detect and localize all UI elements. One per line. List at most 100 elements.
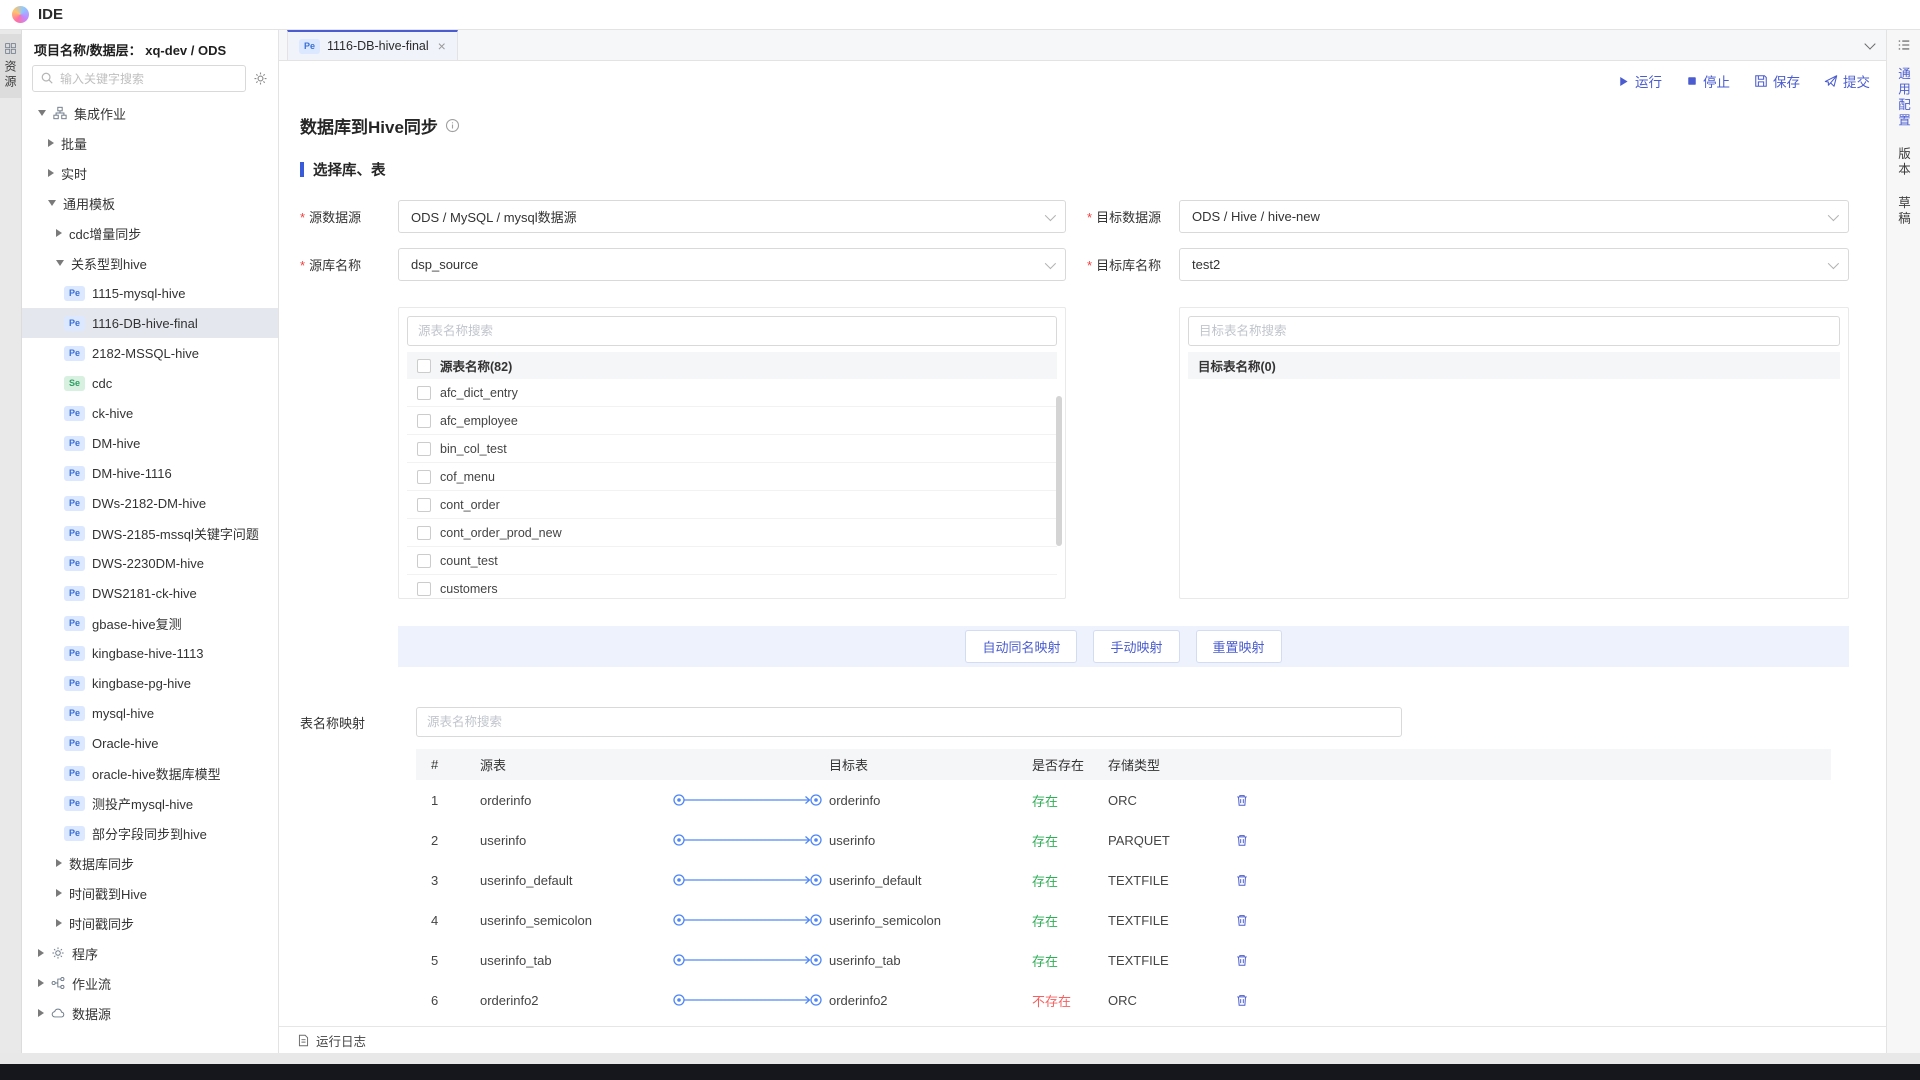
source-table-name: orderinfo bbox=[480, 793, 660, 808]
reset-map-button[interactable]: 重置映射 bbox=[1196, 630, 1282, 663]
tree-item-1116-db-hive-final[interactable]: Pe1116-DB-hive-final bbox=[22, 308, 278, 338]
row-checkbox[interactable] bbox=[417, 582, 431, 596]
tree-item-gbase-hive[interactable]: Pegbase-hive复测 bbox=[22, 608, 278, 638]
right-tab-version[interactable]: 版本 bbox=[1894, 138, 1913, 187]
delete-row-icon[interactable] bbox=[1235, 993, 1295, 1007]
tree-item-1115-mysql-hive[interactable]: Pe1115-mysql-hive bbox=[22, 278, 278, 308]
tree-item-item[interactable]: 数据源 bbox=[22, 998, 278, 1028]
tree-item-ck-hive[interactable]: Peck-hive bbox=[22, 398, 278, 428]
tree-item-dws-2230dm-hive[interactable]: PeDWS-2230DM-hive bbox=[22, 548, 278, 578]
row-checkbox[interactable] bbox=[417, 414, 431, 428]
manual-map-button[interactable]: 手动映射 bbox=[1093, 630, 1179, 663]
stop-button[interactable]: 停止 bbox=[1686, 71, 1730, 91]
tree-item-dws-2182-dm-hive[interactable]: PeDWs-2182-DM-hive bbox=[22, 488, 278, 518]
tree-item-cdc[interactable]: Secdc bbox=[22, 368, 278, 398]
caret-expanded-icon[interactable] bbox=[56, 260, 64, 266]
caret-collapsed-icon[interactable] bbox=[38, 949, 44, 957]
tab-list-chevron-down-icon[interactable] bbox=[1864, 38, 1875, 49]
mapping-search-input[interactable] bbox=[416, 707, 1402, 737]
source-table-row-cof-menu[interactable]: cof_menu bbox=[407, 463, 1057, 491]
target-database-select[interactable]: test2 bbox=[1179, 248, 1849, 281]
job-type-badge: Se bbox=[64, 376, 85, 391]
tree-item-oracle-hive[interactable]: PeOracle-hive bbox=[22, 728, 278, 758]
tree-item-cdc[interactable]: cdc增量同步 bbox=[22, 218, 278, 248]
source-table-row-afc-employee[interactable]: afc_employee bbox=[407, 407, 1057, 435]
close-tab-icon[interactable]: × bbox=[438, 38, 446, 54]
tree-item-item[interactable]: 程序 bbox=[22, 938, 278, 968]
row-checkbox[interactable] bbox=[417, 442, 431, 456]
tree-item-dm-hive[interactable]: PeDM-hive bbox=[22, 428, 278, 458]
tree-item-item[interactable]: 数据库同步 bbox=[22, 848, 278, 878]
document-tab-bar: Pe 1116-DB-hive-final × bbox=[279, 30, 1886, 61]
right-tab-general-config[interactable]: 通用配置 bbox=[1894, 58, 1913, 138]
source-table-row-cont-order-prod-new[interactable]: cont_order_prod_new bbox=[407, 519, 1057, 547]
tree-item-item[interactable]: 通用模板 bbox=[22, 188, 278, 218]
submit-button[interactable]: 提交 bbox=[1824, 71, 1870, 91]
tree-item-oracle-hive[interactable]: Peoracle-hive数据库模型 bbox=[22, 758, 278, 788]
caret-collapsed-icon[interactable] bbox=[48, 169, 54, 177]
source-table-row-customers[interactable]: customers bbox=[407, 575, 1057, 599]
project-header: 项目名称/数据层： xq-dev / ODS bbox=[22, 30, 278, 65]
tree-item-kingbase-pg-hive[interactable]: Pekingbase-pg-hive bbox=[22, 668, 278, 698]
tree-item-dm-hive-1116[interactable]: PeDM-hive-1116 bbox=[22, 458, 278, 488]
caret-collapsed-icon[interactable] bbox=[38, 1009, 44, 1017]
tree-item-2182-mssql-hive[interactable]: Pe2182-MSSQL-hive bbox=[22, 338, 278, 368]
run-log-bar[interactable]: 运行日志 bbox=[279, 1026, 1886, 1053]
caret-collapsed-icon[interactable] bbox=[56, 229, 62, 237]
save-button[interactable]: 保存 bbox=[1754, 71, 1800, 91]
row-checkbox[interactable] bbox=[417, 526, 431, 540]
tree-item-dws-2185-mssql[interactable]: PeDWS-2185-mssql关键字问题 bbox=[22, 518, 278, 548]
caret-collapsed-icon[interactable] bbox=[56, 889, 62, 897]
tree-item-mysql-hive[interactable]: Pemysql-hive bbox=[22, 698, 278, 728]
tree-item-mysql-hive[interactable]: Pe测投产mysql-hive bbox=[22, 788, 278, 818]
auto-map-button[interactable]: 自动同名映射 bbox=[965, 630, 1077, 663]
tree-item-kingbase-hive-1113[interactable]: Pekingbase-hive-1113 bbox=[22, 638, 278, 668]
source-table-row-cont-order[interactable]: cont_order bbox=[407, 491, 1057, 519]
caret-collapsed-icon[interactable] bbox=[48, 139, 54, 147]
row-checkbox[interactable] bbox=[417, 554, 431, 568]
tree-item-hive[interactable]: 关系型到hive bbox=[22, 248, 278, 278]
delete-row-icon[interactable] bbox=[1235, 793, 1295, 807]
tab-1116-db-hive-final[interactable]: Pe 1116-DB-hive-final × bbox=[287, 30, 458, 60]
target-table-search-input[interactable] bbox=[1188, 316, 1840, 346]
caret-collapsed-icon[interactable] bbox=[56, 859, 62, 867]
scrollbar-thumb[interactable] bbox=[1056, 396, 1062, 546]
tree-item-label: 集成作业 bbox=[74, 104, 126, 123]
caret-collapsed-icon[interactable] bbox=[56, 919, 62, 927]
keyword-search-input[interactable] bbox=[32, 65, 246, 92]
config-list-icon[interactable] bbox=[1897, 38, 1911, 52]
info-icon[interactable] bbox=[445, 118, 460, 133]
search-settings-gear-icon[interactable] bbox=[253, 71, 268, 86]
target-datasource-select[interactable]: ODS / Hive / hive-new bbox=[1179, 200, 1849, 233]
source-table-name: orderinfo2 bbox=[480, 993, 660, 1008]
row-checkbox[interactable] bbox=[417, 470, 431, 484]
right-tab-draft[interactable]: 草稿 bbox=[1894, 187, 1913, 236]
row-checkbox[interactable] bbox=[417, 498, 431, 512]
source-datasource-select[interactable]: ODS / MySQL / mysql数据源 bbox=[398, 200, 1066, 233]
row-checkbox[interactable] bbox=[417, 386, 431, 400]
mapping-link-icon bbox=[660, 832, 829, 848]
run-button[interactable]: 运行 bbox=[1617, 71, 1662, 91]
caret-expanded-icon[interactable] bbox=[48, 200, 56, 206]
source-table-search-input[interactable] bbox=[407, 316, 1057, 346]
source-table-row-bin-col-test[interactable]: bin_col_test bbox=[407, 435, 1057, 463]
delete-row-icon[interactable] bbox=[1235, 953, 1295, 967]
source-database-select[interactable]: dsp_source bbox=[398, 248, 1066, 281]
caret-expanded-icon[interactable] bbox=[38, 110, 46, 116]
delete-row-icon[interactable] bbox=[1235, 833, 1295, 847]
resources-tab[interactable]: 资源 bbox=[0, 34, 21, 98]
select-all-checkbox[interactable] bbox=[417, 359, 431, 373]
tree-item-item[interactable]: 作业流 bbox=[22, 968, 278, 998]
tree-item-item[interactable]: 批量 bbox=[22, 128, 278, 158]
tree-item-item[interactable]: 时间戳同步 bbox=[22, 908, 278, 938]
caret-collapsed-icon[interactable] bbox=[38, 979, 44, 987]
source-table-row-count-test[interactable]: count_test bbox=[407, 547, 1057, 575]
tree-item-item[interactable]: 实时 bbox=[22, 158, 278, 188]
tree-item-item[interactable]: 集成作业 bbox=[22, 98, 278, 128]
tree-item-dws2181-ck-hive[interactable]: PeDWS2181-ck-hive bbox=[22, 578, 278, 608]
source-table-row-afc-dict-entry[interactable]: afc_dict_entry bbox=[407, 379, 1057, 407]
tree-item-hive[interactable]: Pe部分字段同步到hive bbox=[22, 818, 278, 848]
tree-item-hive[interactable]: 时间戳到Hive bbox=[22, 878, 278, 908]
delete-row-icon[interactable] bbox=[1235, 873, 1295, 887]
delete-row-icon[interactable] bbox=[1235, 913, 1295, 927]
